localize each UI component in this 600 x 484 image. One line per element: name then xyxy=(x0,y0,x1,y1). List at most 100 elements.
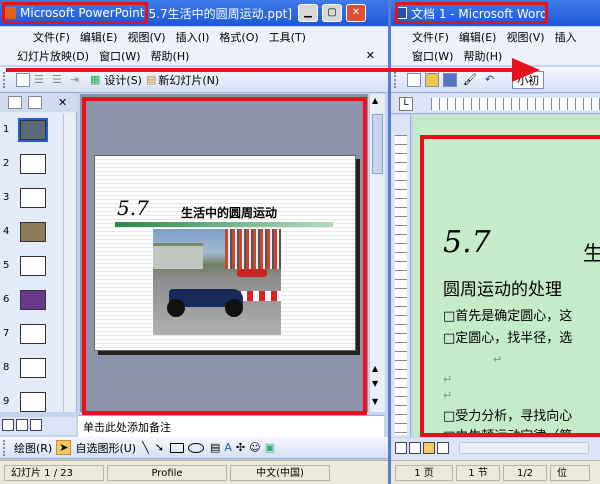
design-button[interactable]: 设计(S) xyxy=(104,72,142,88)
prev-slide-icon[interactable]: ▲ xyxy=(372,364,378,373)
slide-pane-scrollbar[interactable] xyxy=(63,114,76,412)
normal-view-icon[interactable] xyxy=(2,419,14,431)
ppt-minimize-button[interactable]: ▁ xyxy=(298,4,318,22)
select-pointer-icon[interactable]: ➤ xyxy=(56,440,72,455)
print-view-icon[interactable] xyxy=(423,442,435,454)
draw-menu[interactable]: 绘图(R) xyxy=(14,440,52,456)
slide-thumbnail[interactable] xyxy=(20,358,46,378)
ppt-menu-insert[interactable]: 插入(I) xyxy=(171,29,215,45)
save-icon[interactable] xyxy=(443,72,457,87)
slide-thumbnail[interactable] xyxy=(20,392,46,412)
web-view-icon[interactable] xyxy=(409,442,421,454)
word-menu-help[interactable]: 帮助(H) xyxy=(458,48,507,64)
slide-thumbnail[interactable] xyxy=(20,256,46,276)
design-template: Profile xyxy=(107,464,227,481)
word-menu-insert[interactable]: 插入 xyxy=(550,29,582,45)
word-menu-window[interactable]: 窗口(W) xyxy=(407,48,458,64)
highlight-ppt-title xyxy=(2,2,148,24)
slide-thumbnail-number: 4 xyxy=(3,226,10,237)
slide-thumbnail[interactable] xyxy=(20,154,46,174)
design-icon[interactable]: ▦ xyxy=(90,73,100,86)
slide-thumbnail-number: 1 xyxy=(3,124,10,135)
indent-icon[interactable]: ⇥ xyxy=(70,73,84,87)
slide-thumbnail-number: 6 xyxy=(3,294,10,305)
open-folder-icon[interactable] xyxy=(425,72,439,87)
ppt-menu-window[interactable]: 窗口(W) xyxy=(94,48,145,64)
slide-thumbnail[interactable] xyxy=(20,290,46,310)
sorter-view-icon[interactable] xyxy=(16,419,28,431)
slide-thumbnail-number: 8 xyxy=(3,362,10,373)
language: 中文(中国) xyxy=(230,464,330,481)
new-slide-icon[interactable]: ▤ xyxy=(146,73,156,86)
highlight-word-title xyxy=(395,2,548,24)
word-menu-file[interactable]: 文件(F) xyxy=(407,29,454,45)
ppt-doc-title: 5.7生活中的圆周运动.ppt] xyxy=(148,6,293,21)
new-slide-button[interactable]: 新幻灯片(N) xyxy=(158,72,219,88)
view-buttons xyxy=(0,417,76,435)
slide-position: 幻灯片 1 / 23 xyxy=(4,464,104,481)
clipart-icon[interactable]: ☺ xyxy=(249,441,260,454)
autoshape-menu[interactable]: 自选图形(U) xyxy=(75,440,136,456)
rectangle-icon[interactable] xyxy=(169,442,184,453)
section-indicator: 1 节 xyxy=(456,464,500,481)
word-horizontal-scrollbar[interactable] xyxy=(459,442,589,454)
highlight-word-page xyxy=(420,135,600,437)
next-slide-icon[interactable]: ▼ xyxy=(372,379,378,388)
ppt-drawing-toolbar: 绘图(R) ➤ 自选图形(U) ╲ ➘ ▤ A ✣ ☺ ▣ xyxy=(0,437,388,459)
annotation-arrow-head-icon xyxy=(512,58,540,82)
ppt-menu-tools[interactable]: 工具(T) xyxy=(264,29,311,45)
ppt-menu-format[interactable]: 格式(O) xyxy=(214,29,263,45)
scroll-down-arrow-icon[interactable]: ▼ xyxy=(372,397,378,406)
line-icon[interactable]: ╲ xyxy=(142,441,149,454)
ppt-close-button[interactable]: ✕ xyxy=(346,4,366,22)
word-view-bar xyxy=(391,438,600,460)
slideshow-view-icon[interactable] xyxy=(30,419,42,431)
word-vertical-ruler[interactable] xyxy=(391,115,411,437)
scroll-up-arrow-icon[interactable]: ▲ xyxy=(372,96,378,105)
pane-close-icon[interactable]: ✕ xyxy=(58,96,67,109)
ruler-scale-vertical xyxy=(395,135,407,435)
diagram-icon[interactable]: ✣ xyxy=(236,441,245,454)
toolbar-grip-icon xyxy=(3,439,11,456)
numbered-list-icon[interactable]: ☰ xyxy=(34,73,48,87)
new-document-icon[interactable] xyxy=(407,72,421,87)
ppt-menu-close-icon[interactable]: ✕ xyxy=(361,49,380,62)
slide-thumbnail[interactable] xyxy=(20,188,46,208)
arrow-icon[interactable]: ➘ xyxy=(155,441,164,454)
page-count: 1/2 xyxy=(503,464,547,481)
slide-thumbnail[interactable] xyxy=(20,222,46,242)
toolbar-grip-icon xyxy=(3,71,11,88)
slide-thumbnail-number: 3 xyxy=(3,192,10,203)
ppt-menu-help[interactable]: 帮助(H) xyxy=(146,48,195,64)
tab-selector-icon[interactable]: L xyxy=(399,97,413,111)
normal-view-icon[interactable] xyxy=(395,442,407,454)
word-menu-edit[interactable]: 编辑(E) xyxy=(454,29,502,45)
picture-icon[interactable]: ▣ xyxy=(265,441,275,454)
word-menu-view[interactable]: 视图(V) xyxy=(501,29,549,45)
toolbar-grip-icon xyxy=(394,71,402,88)
format-painter-icon[interactable]: 🖌 xyxy=(463,73,477,86)
ppt-menu-file[interactable]: 文件(F) xyxy=(28,29,75,45)
new-document-icon[interactable] xyxy=(16,72,30,87)
ppt-menu-edit[interactable]: 编辑(E) xyxy=(75,29,123,45)
ppt-menu-slideshow[interactable]: 幻灯片放映(D) xyxy=(12,48,94,64)
outline-tab-icon[interactable] xyxy=(8,96,22,109)
word-horizontal-ruler[interactable]: L xyxy=(391,94,600,114)
ppt-vertical-scrollbar[interactable]: ▲ ▲ ▼ ▼ xyxy=(369,94,385,412)
wordart-icon[interactable]: A xyxy=(224,441,232,454)
undo-icon[interactable]: ↶ xyxy=(485,73,494,86)
ppt-maximize-button[interactable]: ▢ xyxy=(322,4,342,22)
word-menubar-row1: 文件(F) 编辑(E) 视图(V) 插入 xyxy=(391,27,600,46)
scroll-thumb[interactable] xyxy=(372,114,383,174)
textbox-icon[interactable]: ▤ xyxy=(210,441,220,454)
oval-icon[interactable] xyxy=(187,442,204,453)
slide-thumbnail[interactable] xyxy=(20,324,46,344)
position-indicator: 位 xyxy=(550,464,590,481)
bullet-list-icon[interactable]: ☰ xyxy=(52,73,66,87)
slide-thumbnail[interactable] xyxy=(18,118,48,142)
notes-placeholder: 单击此处添加备注 xyxy=(83,421,171,434)
ppt-menu-view[interactable]: 视图(V) xyxy=(122,29,170,45)
outline-view-icon[interactable] xyxy=(437,442,449,454)
slides-tab-icon[interactable] xyxy=(28,96,42,109)
ppt-notes-pane[interactable]: 单击此处添加备注 xyxy=(78,415,384,437)
